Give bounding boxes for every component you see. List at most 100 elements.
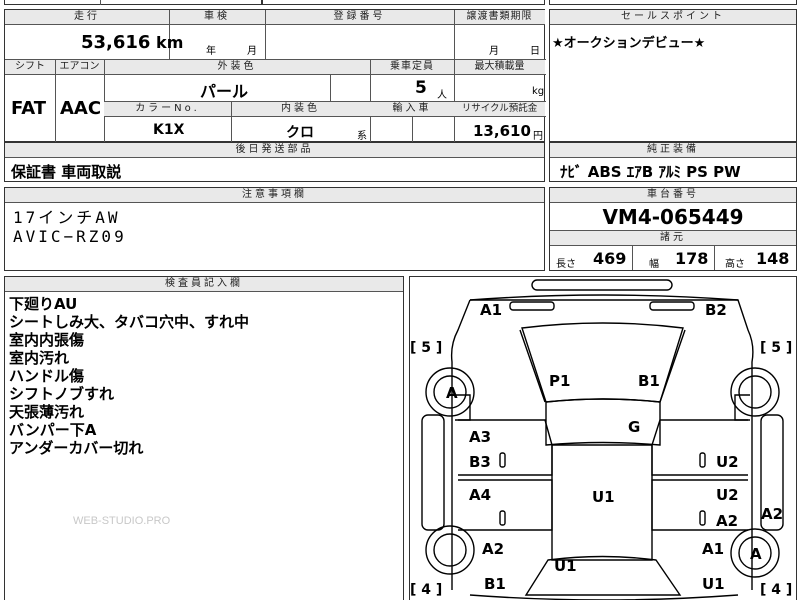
deadline-month-unit: 月 (489, 46, 499, 57)
wheel-front-right (730, 367, 780, 417)
import-header: 輸入車 (370, 102, 454, 117)
mileage-value-group: 53,616 km (81, 32, 183, 53)
specs-header: 諸元 (550, 230, 796, 246)
tire-tread-right: [ 5 ] (760, 340, 793, 356)
registration-header: 登録番号 (265, 10, 454, 25)
divider (412, 116, 413, 143)
shift-value: FAT (11, 98, 47, 119)
car-diagram-box: [ 5 ] [ 5 ] [ 4 ] [ 4 ] A A A1 B2 P1 B1 … (409, 276, 797, 600)
recycle-header: リサイクル預託金 (454, 102, 545, 117)
wheel-rear-left-inner (433, 533, 467, 567)
aircon-value: AAC (60, 98, 102, 119)
inspection-month-unit: 月 (247, 46, 257, 57)
capacity-value: 5 (415, 78, 427, 98)
rear-bumper (469, 594, 739, 600)
mark-front-right: B2 (705, 301, 727, 319)
inspector-text: 下廻りAU シートしみ大、タバコ穴中、すれ中 室内内張傷 室内汚れ ハンドル傷 … (9, 295, 250, 457)
mark-bottom-right: U1 (702, 575, 725, 593)
inspector-box: 検査員記入欄 下廻りAU シートしみ大、タバコ穴中、すれ中 室内内張傷 室内汚れ… (4, 276, 404, 600)
top-strip (4, 0, 262, 5)
top-strip-right (262, 0, 545, 5)
mark-front-left: A1 (480, 301, 503, 319)
pillar-lines (519, 329, 686, 403)
sales-point-text: ★オークションデビュー★ (552, 36, 706, 51)
inspector-header: 検査員記入欄 (5, 277, 403, 292)
wheel-mark-front-left: A (446, 384, 458, 402)
mark-side-right: A2 (761, 505, 784, 523)
top-strip-divider (100, 0, 101, 5)
later-parts-value: 保証書 車両取説 (11, 163, 122, 181)
interior-color-value: クロ (286, 125, 314, 141)
hood-line (469, 294, 739, 301)
handle (499, 452, 506, 468)
capacity-unit: 人 (437, 90, 447, 101)
mark-seat-left: P1 (549, 372, 571, 390)
sales-point-box: セールスポイント ★オークションデビュー★ (549, 9, 797, 142)
roof (545, 398, 661, 446)
row-divider (104, 74, 546, 75)
top-strip-far (549, 0, 797, 5)
capacity-header: 乗車定員 (370, 60, 454, 75)
spec-length-label: 長さ (556, 259, 576, 270)
notes-text: 17インチAW AVIC−RZ09 (13, 208, 127, 246)
aircon-header: エアコン (55, 60, 104, 75)
spec-height-label: 高さ (725, 259, 745, 270)
wheel-rear-left (425, 525, 475, 575)
tire-tread-left: [ 5 ] (410, 340, 443, 356)
max-load-unit: kg (532, 86, 545, 97)
mark-rear-right: A1 (702, 540, 725, 558)
mark-roof: G (628, 418, 641, 436)
mark-door-right-1: U2 (716, 453, 739, 471)
headlight-right (649, 301, 695, 311)
divider (265, 10, 266, 59)
sales-point-header: セールスポイント (550, 10, 796, 25)
vehicle-info-block: 走行 車検 登録番号 譲渡書類期限 53,616 km 年 月 月 日 シフト … (4, 9, 546, 143)
recycle-unit: 円 (533, 131, 543, 142)
transfer-deadline-header: 譲渡書類期限 (454, 10, 545, 25)
spec-width-label: 幅 (649, 259, 659, 270)
mark-door-left-1: A3 (469, 428, 492, 446)
color-no-header: カラーNo. (104, 102, 231, 117)
mileage-value: 53,616 (81, 32, 151, 53)
interior-color-suffix: 系 (357, 131, 367, 142)
divider (55, 60, 56, 143)
divider (231, 102, 232, 143)
mileage-header: 走行 (5, 10, 169, 25)
spec-width-value: 178 (675, 249, 709, 268)
equipment-header: 純正装備 (550, 143, 796, 158)
inspection-year-unit: 年 (206, 46, 216, 57)
deadline-day-unit: 日 (530, 46, 540, 57)
max-load-header: 最大積載量 (454, 60, 545, 75)
mark-door-right-3: A2 (716, 512, 739, 530)
notes-header: 注意事項欄 (5, 188, 544, 203)
notes-box: 注意事項欄 17インチAW AVIC−RZ09 (4, 187, 545, 271)
chassis-value: VM4-065449 (602, 205, 744, 229)
divider (632, 246, 633, 270)
spec-length-value: 469 (593, 249, 627, 268)
exterior-color-header: 外装色 (104, 60, 370, 75)
front-bumper (531, 279, 673, 291)
later-parts-box: 後日発送部品 保証書 車両取説 (4, 142, 545, 182)
mark-floor: U1 (592, 488, 615, 506)
mark-bottom-left: B1 (484, 575, 506, 593)
inspection-header: 車検 (169, 10, 265, 25)
recycle-value: 13,610 (473, 122, 531, 140)
watermark: WEB-STUDIO.PRO (73, 515, 171, 527)
mileage-unit: km (156, 33, 184, 52)
handle (499, 510, 506, 526)
color-no-value: K1X (153, 122, 185, 138)
tire-tread-bottom-right: [ 4 ] (760, 582, 793, 598)
wheel-mark-rear-right: A (750, 545, 762, 563)
handle (699, 510, 706, 526)
handle (699, 452, 706, 468)
equipment-box: 純正装備 ﾅﾋﾞ ABS ｴｱB ｱﾙﾐ PS PW (549, 142, 797, 182)
tire-tread-bottom-left: [ 4 ] (410, 582, 443, 598)
exterior-color-value: パール (200, 82, 249, 101)
rear-glass (524, 555, 682, 596)
chassis-box: 車台番号 VM4-065449 諸元 長さ 469 幅 178 高さ 148 (549, 187, 797, 271)
windshield (521, 322, 684, 403)
mark-door-left-3: A4 (469, 486, 492, 504)
spec-height-value: 148 (756, 249, 790, 268)
chassis-header: 車台番号 (550, 188, 796, 203)
row-divider (104, 116, 546, 117)
